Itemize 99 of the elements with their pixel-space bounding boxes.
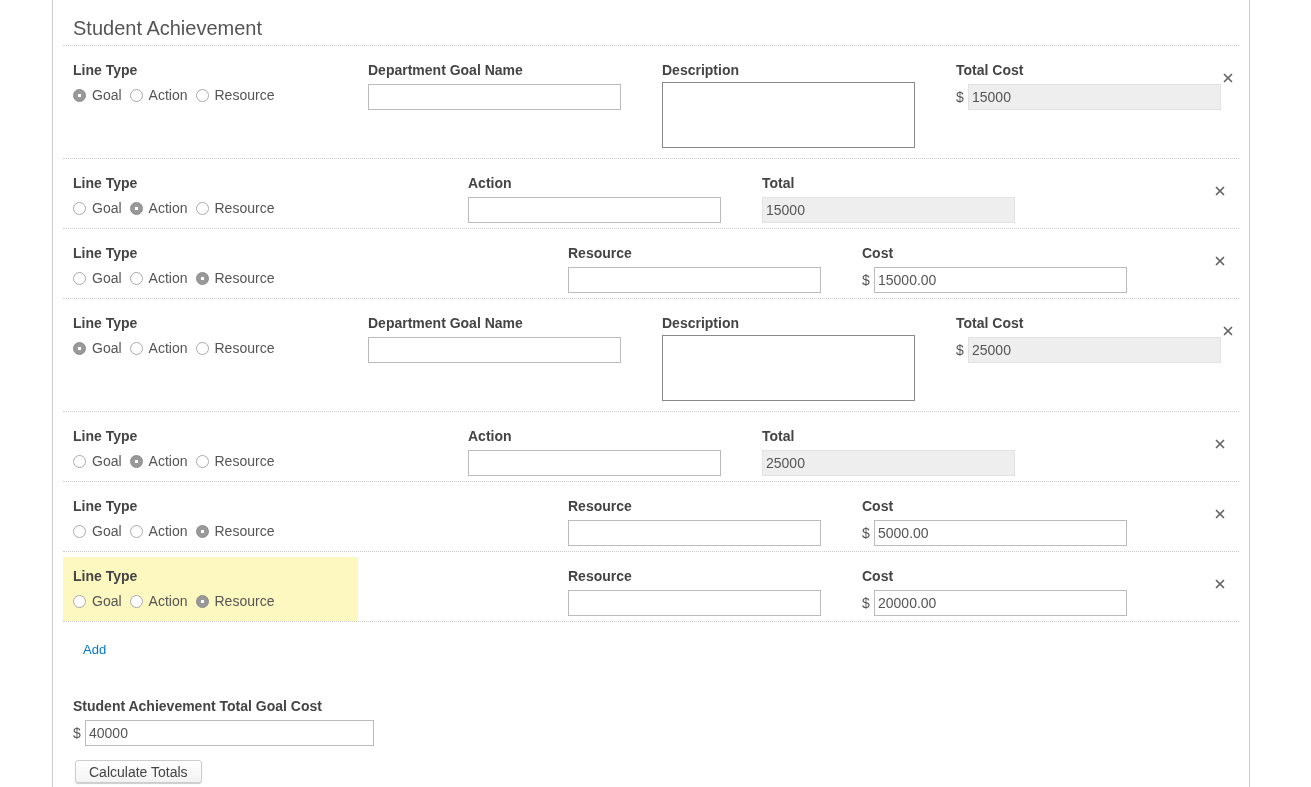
field-label: Total xyxy=(762,174,796,192)
close-button[interactable] xyxy=(1213,507,1227,521)
currency-symbol: $ xyxy=(73,725,81,741)
field-label: Cost xyxy=(862,244,895,262)
close-button[interactable] xyxy=(1213,577,1227,591)
radio-button[interactable] xyxy=(195,524,209,538)
radio-label[interactable]: Goal xyxy=(92,451,122,471)
radio-button[interactable] xyxy=(129,201,143,215)
currency-symbol: $ xyxy=(862,525,870,541)
field-label: Description xyxy=(662,61,740,79)
radio-label[interactable]: Resource xyxy=(214,268,275,288)
radio-button[interactable] xyxy=(195,594,209,608)
field-label: Total xyxy=(762,427,796,445)
field-label: Department Goal Name xyxy=(368,314,524,332)
close-button[interactable] xyxy=(1221,324,1235,338)
field-label: Line Type xyxy=(73,314,139,332)
radio-button[interactable] xyxy=(129,88,143,102)
radio-button[interactable] xyxy=(129,271,143,285)
radio-label[interactable]: Goal xyxy=(92,268,122,288)
radio-label[interactable]: Goal xyxy=(92,198,122,218)
close-button[interactable] xyxy=(1221,71,1235,85)
currency-symbol: $ xyxy=(956,342,964,358)
text-field[interactable]: 25000 xyxy=(968,337,1221,363)
add-link[interactable]: Add xyxy=(83,642,107,657)
radio-button[interactable] xyxy=(129,454,143,468)
radio-label[interactable]: Goal xyxy=(92,85,122,105)
radio-button[interactable] xyxy=(73,271,86,285)
radio-label[interactable]: Action xyxy=(148,85,188,105)
radio-button[interactable] xyxy=(73,454,86,468)
field-label: Resource xyxy=(568,497,633,515)
radio-button[interactable] xyxy=(129,524,143,538)
currency-symbol: $ xyxy=(862,272,870,288)
field-label: Line Type xyxy=(73,427,139,445)
radio-label[interactable]: Resource xyxy=(214,85,275,105)
radio-label[interactable]: Resource xyxy=(214,521,275,541)
text-field[interactable]: 20000.00 xyxy=(874,590,1127,616)
field-label: Line Type xyxy=(73,567,139,585)
close-button[interactable] xyxy=(1213,254,1227,268)
description-field[interactable] xyxy=(662,335,915,401)
radio-button[interactable] xyxy=(73,594,86,608)
radio-button[interactable] xyxy=(73,88,86,102)
radio-label[interactable]: Resource xyxy=(214,451,275,471)
description-field[interactable] xyxy=(662,82,915,148)
text-field[interactable]: 15000 xyxy=(762,197,1015,223)
text-field[interactable] xyxy=(368,84,621,110)
radio-label[interactable]: Action xyxy=(148,268,188,288)
text-field[interactable] xyxy=(468,197,721,223)
field-label: Total Cost xyxy=(956,61,1025,79)
radio-button[interactable] xyxy=(195,454,209,468)
text-field[interactable]: 40000 xyxy=(85,720,374,746)
field-label: Action xyxy=(468,174,513,192)
field-label: Department Goal Name xyxy=(368,61,524,79)
field-label: Resource xyxy=(568,244,633,262)
radio-button[interactable] xyxy=(195,88,209,102)
text-field[interactable] xyxy=(568,520,821,546)
text-field[interactable]: 15000.00 xyxy=(874,267,1127,293)
calculate-button[interactable]: Calculate Totals xyxy=(75,760,202,783)
radio-button[interactable] xyxy=(73,524,86,538)
text-field[interactable] xyxy=(568,267,821,293)
radio-label[interactable]: Goal xyxy=(92,521,122,541)
text-field[interactable]: 25000 xyxy=(762,450,1015,476)
radio-label[interactable]: Action xyxy=(148,521,188,541)
field-label: Cost xyxy=(862,567,895,585)
radio-label[interactable]: Action xyxy=(148,338,188,358)
field-label: Cost xyxy=(862,497,895,515)
radio-label[interactable]: Goal xyxy=(92,591,122,611)
text-field[interactable] xyxy=(368,337,621,363)
field-label: Total Cost xyxy=(956,314,1025,332)
radio-button[interactable] xyxy=(195,341,209,355)
close-button[interactable] xyxy=(1213,184,1227,198)
radio-button[interactable] xyxy=(73,201,86,215)
field-label: Line Type xyxy=(73,174,139,192)
radio-label[interactable]: Action xyxy=(148,451,188,471)
radio-button[interactable] xyxy=(73,341,86,355)
field-label: Description xyxy=(662,314,740,332)
radio-button[interactable] xyxy=(195,271,209,285)
radio-button[interactable] xyxy=(129,341,143,355)
radio-label[interactable]: Resource xyxy=(214,591,275,611)
field-label: Resource xyxy=(568,567,633,585)
field-label: Action xyxy=(468,427,513,445)
field-label: Student Achievement Total Goal Cost xyxy=(73,697,323,715)
currency-symbol: $ xyxy=(862,595,870,611)
text-field[interactable]: 15000 xyxy=(968,84,1221,110)
radio-label[interactable]: Goal xyxy=(92,338,122,358)
radio-label[interactable]: Resource xyxy=(214,338,275,358)
radio-label[interactable]: Action xyxy=(148,591,188,611)
section-title: Student Achievement xyxy=(63,0,1239,46)
radio-button[interactable] xyxy=(129,594,143,608)
text-field[interactable] xyxy=(568,590,821,616)
text-field[interactable]: 5000.00 xyxy=(874,520,1127,546)
currency-symbol: $ xyxy=(956,89,964,105)
field-label: Line Type xyxy=(73,244,139,262)
radio-button[interactable] xyxy=(195,201,209,215)
radio-label[interactable]: Action xyxy=(148,198,188,218)
radio-label[interactable]: Resource xyxy=(214,198,275,218)
text-field[interactable] xyxy=(468,450,721,476)
close-button[interactable] xyxy=(1213,437,1227,451)
field-label: Line Type xyxy=(73,61,139,79)
field-label: Line Type xyxy=(73,497,139,515)
